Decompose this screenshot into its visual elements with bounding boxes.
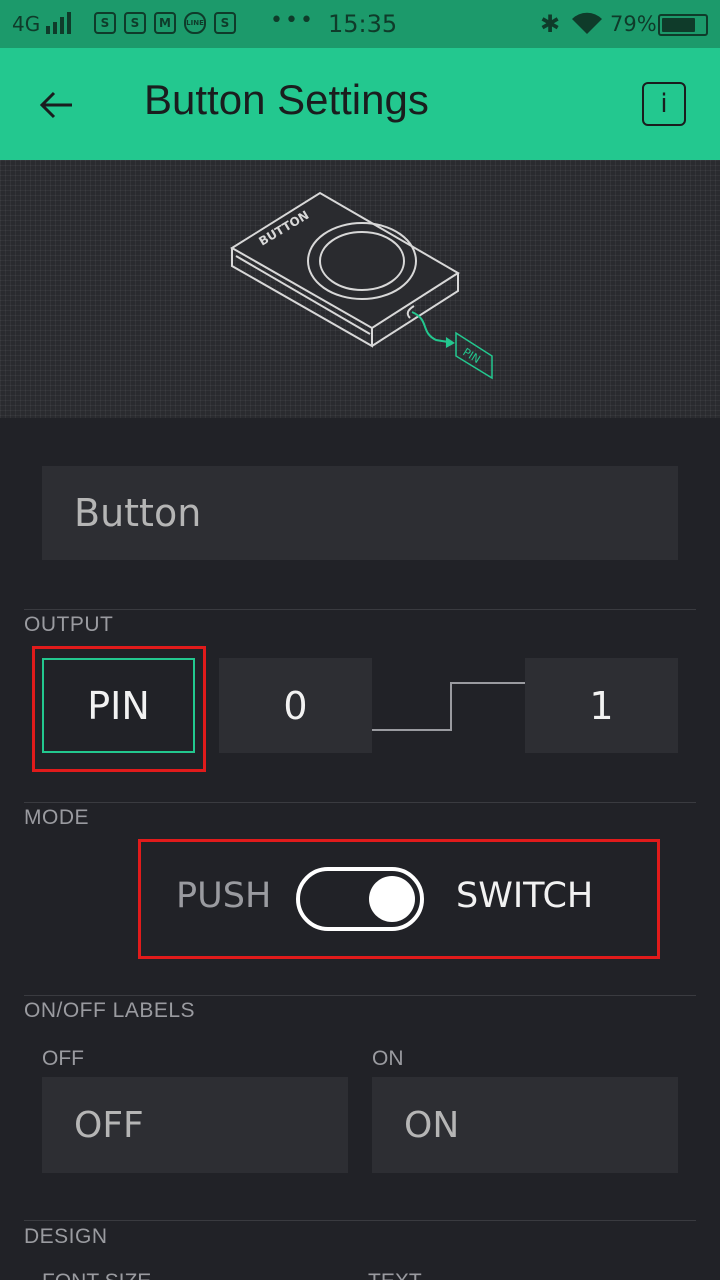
on-label-caption: ON	[372, 1047, 404, 1070]
info-icon: i	[660, 89, 668, 119]
output-max-value[interactable]: 1	[525, 658, 678, 753]
app-bar: Button Settings i	[0, 48, 720, 160]
arrow-left-icon[interactable]	[30, 78, 84, 132]
divider	[24, 995, 696, 996]
line-icon: LINE	[184, 12, 206, 34]
mode-toggle-switch[interactable]	[296, 867, 424, 931]
onoff-labels-section-label: ON/OFF LABELS	[24, 999, 196, 1022]
signal-icon	[46, 12, 71, 34]
off-label-caption: OFF	[42, 1047, 84, 1070]
network-type: 4G	[12, 12, 41, 36]
pin-select-button[interactable]: PIN	[42, 658, 195, 753]
battery-level	[662, 18, 696, 32]
status-bar: 4G S S M LINE S ••• 15:35 ✱ 79%	[0, 0, 720, 48]
text-caption: TEXT	[368, 1270, 422, 1280]
bluetooth-icon: ✱	[540, 10, 561, 38]
notification-app-icon: S	[124, 12, 146, 34]
notification-icons: S S M LINE S	[94, 12, 236, 34]
store-icon: S	[214, 12, 236, 34]
mode-switch-label[interactable]: SWITCH	[456, 876, 593, 916]
output-range-graph-icon	[372, 682, 526, 731]
page-title: Button Settings	[144, 76, 429, 123]
clock: 15:35	[328, 10, 398, 38]
off-label-input[interactable]	[42, 1077, 348, 1173]
notification-app-icon: S	[94, 12, 116, 34]
battery-percent: 79%	[610, 12, 657, 36]
button-device-illustration: BUTTON PIN	[230, 191, 493, 380]
on-label-input[interactable]	[372, 1077, 678, 1173]
info-button[interactable]: i	[642, 82, 686, 126]
divider	[24, 609, 696, 610]
output-section-label: OUTPUT	[24, 613, 114, 636]
mode-push-label[interactable]: PUSH	[176, 876, 271, 916]
mail-icon: M	[154, 12, 176, 34]
divider	[24, 1220, 696, 1221]
wifi-icon	[572, 12, 602, 35]
widget-name-input[interactable]	[42, 466, 678, 560]
divider	[24, 802, 696, 803]
battery-icon	[658, 14, 708, 36]
more-notifications: •••	[270, 8, 315, 33]
mode-section-label: MODE	[24, 806, 89, 829]
font-size-caption: FONT SIZE	[42, 1270, 151, 1280]
output-min-value[interactable]: 0	[219, 658, 372, 753]
toggle-knob	[369, 876, 415, 922]
widget-illustration: BUTTON PIN	[0, 160, 720, 418]
design-section-label: DESIGN	[24, 1225, 108, 1248]
